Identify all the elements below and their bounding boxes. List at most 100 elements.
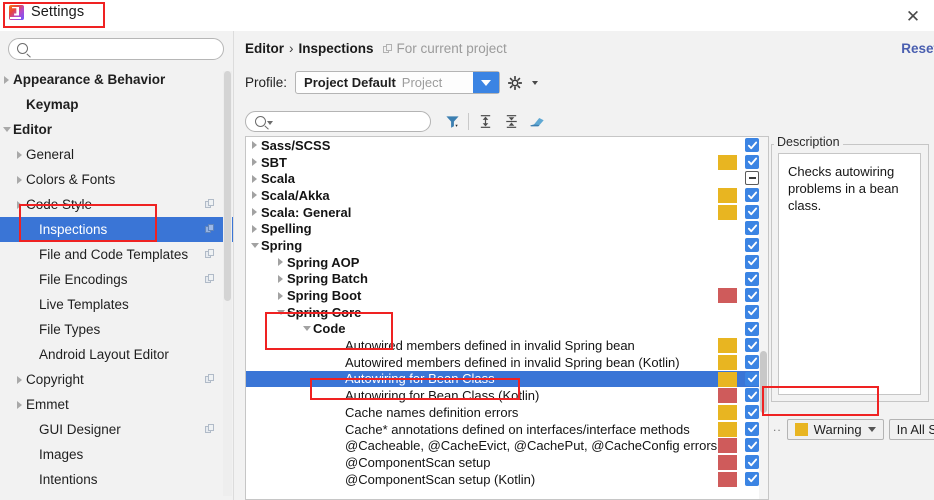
sidebar-item-file-types[interactable]: File Types <box>0 317 233 342</box>
row-checkbox[interactable] <box>745 455 759 470</box>
chevron-down-icon[interactable] <box>473 72 500 93</box>
tree-scrollbar[interactable] <box>759 137 768 499</box>
inspection-search-input[interactable] <box>245 110 431 132</box>
chevron-down-icon[interactable] <box>300 326 313 332</box>
chevron-right-icon[interactable] <box>13 175 26 184</box>
sidebar-item-inspections[interactable]: Inspections <box>0 217 233 242</box>
chevron-down-icon[interactable] <box>267 120 273 125</box>
sidebar-item-code-style[interactable]: Code Style <box>0 192 233 217</box>
row-checkbox[interactable] <box>745 438 759 453</box>
gear-icon[interactable] <box>508 75 523 90</box>
row-checkbox[interactable] <box>745 421 759 436</box>
row-checkbox[interactable] <box>745 204 759 219</box>
row-checkbox[interactable] <box>745 138 759 152</box>
close-icon[interactable]: ✕ <box>902 5 924 27</box>
tree-row[interactable]: @Cacheable, @CacheEvict, @CachePut, @Cac… <box>246 437 768 454</box>
eraser-icon[interactable] <box>524 109 550 133</box>
tree-row[interactable]: @ComponentScan setup <box>246 454 768 471</box>
sidebar-item-emmet[interactable]: Emmet <box>0 392 233 417</box>
tree-row[interactable]: Cache names definition errors <box>246 404 768 421</box>
sidebar-search[interactable] <box>8 38 224 60</box>
row-checkbox[interactable] <box>745 304 759 319</box>
row-checkbox[interactable] <box>745 288 759 303</box>
row-checkbox[interactable] <box>745 238 759 253</box>
row-checkbox[interactable] <box>745 371 759 386</box>
tree-row[interactable]: Cache* annotations defined on interfaces… <box>246 421 768 438</box>
tree-row[interactable]: Spelling <box>246 220 768 237</box>
chevron-down-icon[interactable] <box>867 427 876 432</box>
chevron-right-icon[interactable] <box>13 200 26 209</box>
tree-row[interactable]: @ComponentScan setup (Kotlin) <box>246 471 768 488</box>
tree-row[interactable]: Scala/Akka <box>246 187 768 204</box>
sidebar-scrollbar[interactable] <box>223 71 232 496</box>
filter-funnel-icon[interactable] <box>439 109 465 133</box>
chevron-right-icon[interactable] <box>248 141 261 150</box>
inspections-tree[interactable]: Sass/SCSS SBT Scala Scala/Akka Scala: Genera… <box>245 136 769 500</box>
sidebar-item-appearance-behavior[interactable]: Appearance & Behavior <box>0 67 233 92</box>
chevron-right-icon[interactable] <box>0 75 13 84</box>
sidebar-item-editor[interactable]: Editor <box>0 117 233 142</box>
chevron-right-icon[interactable] <box>248 208 261 217</box>
tree-row[interactable]: Autowired members defined in invalid Spr… <box>246 337 768 354</box>
chevron-right-icon[interactable] <box>13 150 26 159</box>
tree-scrollbar-thumb[interactable] <box>760 351 767 413</box>
scope-button[interactable]: In All Scopes <box>888 419 934 440</box>
sidebar-item-live-templates[interactable]: Live Templates <box>0 292 233 317</box>
breadcrumb-root[interactable]: Editor <box>245 41 284 56</box>
sidebar-item-images[interactable]: Images <box>0 442 233 467</box>
chevron-right-icon[interactable] <box>274 274 287 283</box>
severity-combobox[interactable]: Warning <box>786 419 884 440</box>
row-checkbox[interactable] <box>745 388 759 403</box>
chevron-right-icon[interactable] <box>274 291 287 300</box>
chevron-right-icon[interactable] <box>274 258 287 267</box>
reset-link[interactable]: Reset <box>901 41 934 56</box>
tree-row[interactable]: Scala <box>246 170 768 187</box>
tree-row[interactable]: Code <box>246 321 768 338</box>
tree-row[interactable]: Spring Boot <box>246 287 768 304</box>
row-checkbox[interactable] <box>745 471 759 486</box>
row-checkbox[interactable] <box>745 354 759 369</box>
sidebar-item-android-layout-editor[interactable]: Android Layout Editor <box>0 342 233 367</box>
row-checkbox[interactable] <box>745 154 759 169</box>
sidebar-item-file-and-code-templates[interactable]: File and Code Templates <box>0 242 233 267</box>
chevron-right-icon[interactable] <box>248 174 261 183</box>
row-checkbox[interactable] <box>745 271 759 286</box>
profile-combobox[interactable]: Project Default Project <box>295 71 501 94</box>
chevron-down-icon[interactable] <box>248 242 261 248</box>
row-checkbox[interactable] <box>745 254 759 269</box>
tree-row[interactable]: Autowiring for Bean Class (Kotlin) <box>246 387 768 404</box>
tree-row[interactable]: Scala: General <box>246 204 768 221</box>
row-checkbox[interactable] <box>745 405 759 419</box>
tree-row[interactable]: SBT <box>246 154 768 171</box>
sidebar-item-copyright[interactable]: Copyright <box>0 367 233 392</box>
collapse-all-icon[interactable] <box>498 109 524 133</box>
chevron-right-icon[interactable] <box>13 400 26 409</box>
sidebar-item-gui-designer[interactable]: GUI Designer <box>0 417 233 442</box>
gear-chevron-down-icon[interactable] <box>532 80 539 85</box>
sidebar-scrollbar-thumb[interactable] <box>224 71 231 301</box>
tree-row[interactable]: Sass/SCSS <box>246 137 768 154</box>
sidebar-item-keymap[interactable]: Keymap <box>0 92 233 117</box>
sidebar-item-file-encodings[interactable]: File Encodings <box>0 267 233 292</box>
tree-row[interactable]: Autowiring for Bean Class <box>246 370 768 388</box>
tree-row[interactable]: Spring Batch <box>246 271 768 288</box>
chevron-right-icon[interactable] <box>13 375 26 384</box>
chevron-right-icon[interactable] <box>248 224 261 233</box>
tree-row[interactable]: Spring AOP <box>246 254 768 271</box>
row-checkbox[interactable] <box>745 221 759 236</box>
chevron-right-icon[interactable] <box>248 191 261 200</box>
tree-row[interactable]: Spring Core <box>246 304 768 321</box>
expand-all-icon[interactable] <box>472 109 498 133</box>
sidebar-item-list[interactable]: Appearance & Behavior Keymap Editor General… <box>0 67 233 500</box>
sidebar-item-general[interactable]: General <box>0 142 233 167</box>
chevron-right-icon[interactable] <box>248 158 261 167</box>
sidebar-item-intentions[interactable]: Intentions <box>0 467 233 492</box>
row-checkbox[interactable] <box>745 188 759 203</box>
chevron-down-icon[interactable] <box>274 309 287 315</box>
row-checkbox[interactable] <box>745 171 759 186</box>
tree-row[interactable]: Autowired members defined in invalid Spr… <box>246 354 768 371</box>
sidebar-search-box[interactable] <box>8 38 224 60</box>
tree-row[interactable]: Spring <box>246 237 768 254</box>
sidebar-item-colors-fonts[interactable]: Colors & Fonts <box>0 167 233 192</box>
row-checkbox[interactable] <box>745 338 759 353</box>
